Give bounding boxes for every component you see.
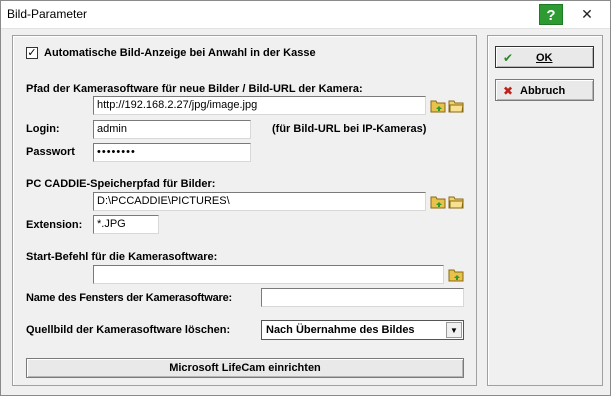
help-button[interactable]: ? xyxy=(539,4,563,25)
close-button[interactable]: ✕ xyxy=(571,3,603,25)
extension-label: Extension: xyxy=(26,219,83,231)
lifecam-setup-label: Microsoft LifeCam einrichten xyxy=(169,362,321,374)
title-bar: Bild-Parameter ? ✕ xyxy=(1,1,610,29)
red-x-icon: ✖ xyxy=(503,84,514,98)
ok-label: OK xyxy=(536,52,553,64)
auto-display-checkbox[interactable]: ✓ xyxy=(26,47,38,59)
save-path-input[interactable]: D:\PCCADDIE\PICTURES\ xyxy=(93,192,426,211)
folder-arrow-icon[interactable] xyxy=(430,97,446,113)
ok-button[interactable]: ✔ OK xyxy=(495,46,594,68)
window-name-label: Name des Fensters der Kamerasoftware: xyxy=(26,292,232,304)
login-input[interactable]: admin xyxy=(93,120,251,139)
dropdown-arrow-icon[interactable]: ▼ xyxy=(446,322,462,338)
folder-icon[interactable] xyxy=(448,193,464,209)
folder-arrow-icon[interactable] xyxy=(448,266,464,282)
start-cmd-label: Start-Befehl für die Kamerasoftware: xyxy=(26,251,218,263)
folder-arrow-icon[interactable] xyxy=(430,193,446,209)
auto-display-label: Automatische Bild-Anzeige bei Anwahl in … xyxy=(44,47,316,59)
cancel-button[interactable]: ✖ Abbruch xyxy=(495,79,594,101)
delete-source-select[interactable]: Nach Übernahme des Bildes ▼ xyxy=(261,320,464,340)
checkmark-icon: ✔ xyxy=(503,51,514,65)
camera-path-input[interactable]: http://192.168.2.27/jpg/image.jpg xyxy=(93,96,426,115)
delete-source-value: Nach Übernahme des Bildes xyxy=(266,324,415,336)
window-title: Bild-Parameter xyxy=(7,7,88,21)
cancel-label: Abbruch xyxy=(520,85,566,97)
dialog-window: Bild-Parameter ? ✕ ✓ Automatische Bild-A… xyxy=(0,0,611,396)
password-input[interactable]: •••••••• xyxy=(93,143,251,162)
start-cmd-input[interactable] xyxy=(93,265,444,284)
lifecam-setup-button[interactable]: Microsoft LifeCam einrichten xyxy=(26,358,464,378)
delete-source-label: Quellbild der Kamerasoftware löschen: xyxy=(26,324,231,336)
login-label: Login: xyxy=(26,123,60,135)
password-label: Passwort xyxy=(26,146,75,158)
extension-input[interactable]: *.JPG xyxy=(93,215,159,234)
camera-path-label: Pfad der Kamerasoftware für neue Bilder … xyxy=(26,83,363,95)
folder-icon[interactable] xyxy=(448,97,464,113)
save-path-label: PC CADDIE-Speicherpfad für Bilder: xyxy=(26,178,216,190)
window-name-input[interactable] xyxy=(261,288,464,307)
login-hint: (für Bild-URL bei IP-Kameras) xyxy=(272,123,427,135)
